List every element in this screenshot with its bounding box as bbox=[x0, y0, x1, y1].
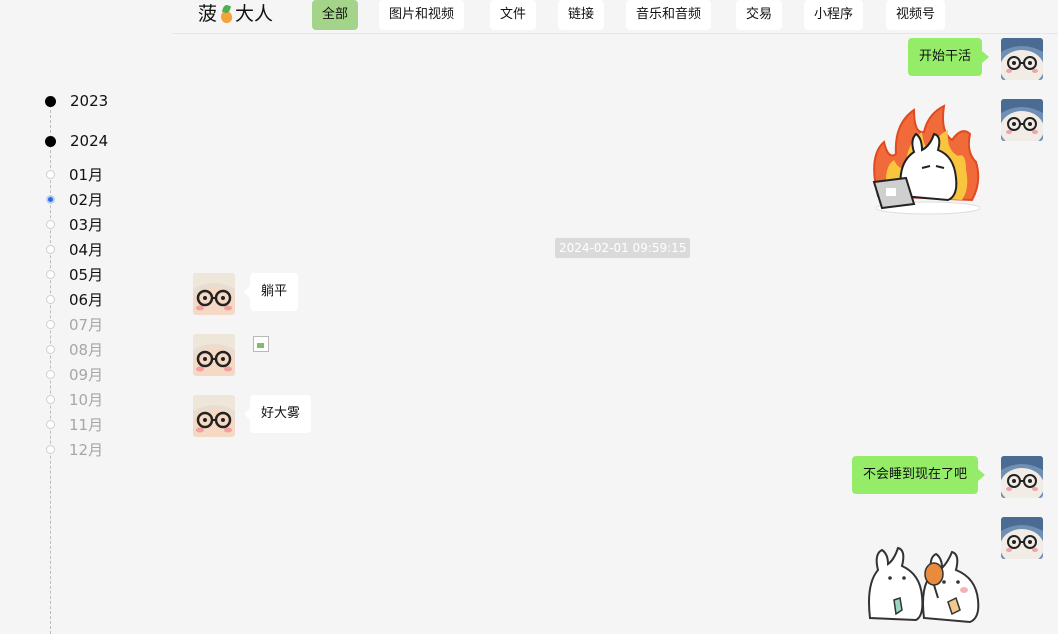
year-dot-icon bbox=[45, 95, 56, 107]
timeline-year-label: 2023 bbox=[70, 92, 109, 110]
month-dot-icon bbox=[46, 420, 55, 429]
chat-title: 菠 大人 bbox=[198, 1, 273, 27]
month-dot-icon bbox=[46, 195, 55, 204]
month-dot-icon bbox=[46, 245, 55, 254]
contact-avatar[interactable] bbox=[193, 334, 235, 376]
month-dot-icon bbox=[46, 320, 55, 329]
month-dot-icon bbox=[46, 395, 55, 404]
sticker-rabbit-laptop-fire[interactable] bbox=[866, 104, 984, 220]
tab-mini-programs[interactable]: 小程序 bbox=[804, 0, 864, 30]
timeline-month-label: 12月 bbox=[69, 441, 104, 459]
timeline-month-03[interactable]: 03月 bbox=[46, 214, 103, 235]
broken-image-icon[interactable] bbox=[253, 336, 269, 352]
timeline-sidebar: 2023 2024 01月 02月 03月 04月 05月 06月 07月 08… bbox=[0, 0, 172, 634]
contact-avatar[interactable] bbox=[193, 273, 235, 315]
tab-files[interactable]: 文件 bbox=[490, 0, 537, 30]
timeline-month-09: 09月 bbox=[46, 364, 103, 385]
message-bubble-theirs[interactable]: 好大雾 bbox=[243, 395, 312, 433]
tab-links[interactable]: 链接 bbox=[558, 0, 605, 30]
timeline-month-02[interactable]: 02月 bbox=[46, 189, 103, 210]
timeline-month-label: 09月 bbox=[69, 366, 104, 384]
month-dot-icon bbox=[46, 270, 55, 279]
message-bubble-mine[interactable]: 不会睡到现在了吧 bbox=[852, 456, 986, 494]
tab-transactions[interactable]: 交易 bbox=[736, 0, 783, 30]
contact-avatar[interactable] bbox=[193, 395, 235, 437]
tab-music-audio[interactable]: 音乐和音频 bbox=[626, 0, 712, 30]
timeline-month-12: 12月 bbox=[46, 439, 103, 460]
timeline-year-2023[interactable]: 2023 bbox=[45, 92, 108, 110]
timeline-month-label: 05月 bbox=[69, 266, 104, 284]
month-dot-icon bbox=[46, 445, 55, 454]
month-dot-icon bbox=[46, 170, 55, 179]
timeline-month-06[interactable]: 06月 bbox=[46, 289, 103, 310]
timeline-month-label: 11月 bbox=[69, 416, 104, 434]
timeline-month-08: 08月 bbox=[46, 339, 103, 360]
my-avatar[interactable] bbox=[1001, 517, 1043, 559]
timeline-year-label: 2024 bbox=[70, 132, 109, 150]
pineapple-icon bbox=[219, 4, 234, 25]
timeline-month-label: 03月 bbox=[69, 216, 104, 234]
timeline-month-label: 06月 bbox=[69, 291, 104, 309]
timeline-month-label: 10月 bbox=[69, 391, 104, 409]
timeline-month-11: 11月 bbox=[46, 414, 103, 435]
timeline-month-04[interactable]: 04月 bbox=[46, 239, 103, 260]
timeline-month-05[interactable]: 05月 bbox=[46, 264, 103, 285]
sticker-two-rabbits-drumstick[interactable] bbox=[864, 544, 986, 630]
timeline-month-label: 08月 bbox=[69, 341, 104, 359]
chat-title-suffix: 大人 bbox=[235, 3, 274, 25]
message-bubble-theirs[interactable]: 躺平 bbox=[243, 273, 299, 311]
message-timestamp: 2024-02-01 09:59:15 bbox=[555, 238, 691, 258]
month-dot-icon bbox=[46, 370, 55, 379]
chat-title-prefix: 菠 bbox=[198, 3, 218, 25]
timeline-month-01[interactable]: 01月 bbox=[46, 164, 103, 185]
my-avatar[interactable] bbox=[1001, 456, 1043, 498]
my-avatar[interactable] bbox=[1001, 38, 1043, 80]
timeline-month-07: 07月 bbox=[46, 314, 103, 335]
timeline-month-label: 04月 bbox=[69, 241, 104, 259]
tab-all[interactable]: 全部 bbox=[312, 0, 359, 30]
timeline-year-2024[interactable]: 2024 bbox=[45, 132, 108, 150]
tab-images-videos[interactable]: 图片和视频 bbox=[379, 0, 465, 30]
message-bubble-mine[interactable]: 开始干活 bbox=[908, 38, 990, 76]
month-dot-icon bbox=[46, 295, 55, 304]
timeline-month-10: 10月 bbox=[46, 389, 103, 410]
header-bar: 菠 大人 全部 图片和视频 文件 链接 音乐和音频 交易 小程序 视频号 bbox=[172, 0, 1058, 34]
timeline-month-label: 01月 bbox=[69, 166, 104, 184]
year-dot-icon bbox=[45, 135, 56, 147]
month-dot-icon bbox=[46, 345, 55, 354]
tab-channels[interactable]: 视频号 bbox=[886, 0, 946, 30]
month-dot-icon bbox=[46, 220, 55, 229]
my-avatar[interactable] bbox=[1001, 99, 1043, 141]
timeline-month-label: 07月 bbox=[69, 316, 104, 334]
timeline-month-label: 02月 bbox=[69, 191, 104, 209]
